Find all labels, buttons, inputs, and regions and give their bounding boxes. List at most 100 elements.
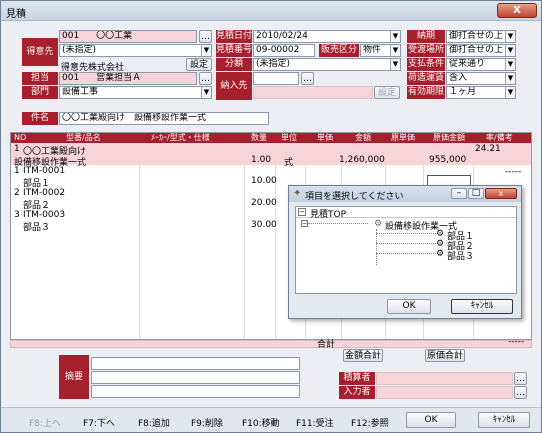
place-label: 受渡場所 [407,44,445,57]
chevron-down-icon: ▼ [201,87,211,98]
total-note: ----- [508,337,525,347]
ok-button[interactable]: OK [406,412,456,428]
dept-value: 設備工事 [62,87,99,97]
row-qty: 20.00 [251,198,277,208]
valid-select[interactable]: １ヶ月 ▼ [446,86,516,99]
amount-total-button[interactable]: 金額合計 [343,349,383,362]
customer-label: 得意先 [22,38,58,66]
customer-lookup-button[interactable]: … [199,30,212,43]
ship-select[interactable]: 含入 ▼ [446,72,516,85]
ship-value: 含入 [449,73,468,83]
dialog-title-bar: ✦ 項目を選択してください – □ x [289,186,521,202]
collapse-icon[interactable]: − [298,208,306,216]
memo-line-2[interactable] [91,371,300,384]
valid-value: １ヶ月 [449,87,477,97]
f8-add-key[interactable]: F8:追加 [138,416,170,429]
pay-value: 従来通り [449,59,486,69]
row-no: 3 [14,210,20,220]
chevron-down-icon: ▼ [505,45,515,56]
estimate-no-field[interactable]: 09-00002 [253,44,315,57]
estimate-date-field[interactable]: 2010/02/24 ▼ [253,30,401,43]
col-item: 型番/品名 [66,133,101,142]
col-cost-amount: 原価金額 [433,133,465,142]
col-qty: 数量 [251,133,267,142]
dept-select[interactable]: 設備工事 ▼ [59,86,212,99]
dialog-ok-button[interactable]: OK [387,299,431,314]
subject-field[interactable]: 〇〇工業殿向け 設備移設作業一式 [59,112,269,125]
delivery-label: 納入先 [216,72,252,100]
due-select[interactable]: 御打合せの上 ▼ [446,30,516,43]
staff-code: 001 [62,73,80,83]
staff-field[interactable]: 001 営業担当Ａ [59,72,197,85]
minimize-icon[interactable]: – [451,188,467,199]
f12-ref-key[interactable]: F12:参照 [351,416,389,429]
row-no: 1 [14,166,20,176]
close-button[interactable]: X [497,3,537,18]
select-item-dialog: ✦ 項目を選択してください – □ x − 見積TOP − ⚙ 設備移設作業一式… [288,185,522,319]
dialog-close-button[interactable]: x [485,188,517,199]
estimator-lookup-button[interactable]: … [514,372,527,385]
collapse-icon[interactable]: − [301,220,308,227]
class-select[interactable]: (未指定) ▼ [253,58,401,71]
due-label: 納期 [407,30,445,43]
entry-lookup-button[interactable]: … [514,386,527,399]
estimator-label: 積算者 [339,372,375,385]
pay-label: 支払条件 [407,58,445,71]
maximize-icon[interactable]: □ [468,188,484,199]
delivery-lookup-button[interactable]: … [301,72,314,85]
place-select[interactable]: 御打合せの上 ▼ [446,44,516,57]
chevron-down-icon: ▼ [201,45,211,56]
tree-child-label: 部品３ [447,252,475,262]
sales-type-label: 販売区分 [319,44,359,57]
sales-type-select[interactable]: 物件 ▼ [360,44,401,57]
memo-line-3[interactable] [91,385,300,398]
customer-code-field[interactable]: 001 〇〇工業 [59,30,197,43]
estimate-window: 見積 X 得意先 001 〇〇工業 … (未指定) ▼ 得意先株式会社 設定 担当… [0,0,542,433]
title-bar: 見積 X [1,1,541,21]
sales-type-value: 物件 [363,45,382,55]
f7-down-key[interactable]: F7:下へ [83,416,115,429]
staff-lookup-button[interactable]: … [199,72,212,85]
col-maker: ﾒｰｶｰ/型式・仕様 [151,133,210,142]
delivery-settings-button[interactable]: 設定 [374,86,400,99]
f9-delete-key[interactable]: F9:削除 [191,416,223,429]
f10-move-key[interactable]: F10:移動 [242,416,280,429]
dept-label: 部門 [22,86,58,99]
f8-up-key[interactable]: F8:上へ [29,416,61,429]
estimator-field[interactable] [376,372,513,385]
customer-sub-select[interactable]: (未指定) ▼ [59,44,212,57]
entry-field[interactable] [376,386,513,399]
window-title: 見積 [6,9,26,20]
estimate-date-value: 2010/02/24 [256,31,308,41]
entry-label: 入力者 [339,386,375,399]
valid-label: 有効期限 [407,86,445,99]
col-cost-price: 原単価 [391,133,415,142]
tree-root-row[interactable]: − 見積TOP [296,207,516,220]
dialog-cancel-button[interactable]: ｷｬﾝｾﾙ [451,299,513,314]
item-tree: − 見積TOP − ⚙ 設備移設作業一式 ⚙ 部品１ ⚙ 部品２ ⚙ 部品３ [295,206,517,294]
tree-line [308,223,368,224]
total-row: 合計 ----- [10,337,532,350]
dialog-icon: ✦ [293,188,302,199]
row-amount: 1,260,000 [339,155,385,165]
f11-order-key[interactable]: F11:受注 [296,416,334,429]
row-no: 2 [14,188,20,198]
customer-code: 001 [62,31,80,41]
cancel-button[interactable]: ｷｬﾝｾﾙ [478,412,530,428]
function-key-bar: F8:上へ F7:下へ F8:追加 F9:削除 F10:移動 F11:受注 F1… [1,407,541,432]
gear-icon: ⚙ [374,219,383,229]
gear-icon: ⚙ [436,229,445,239]
table-row[interactable]: 1 〇〇工業殿向け 設備移設作業一式 1.00 式 1,260,000 955,… [11,143,531,168]
grid-header: NO 型番/品名 ﾒｰｶｰ/型式・仕様 数量 単位 単価 金額 原単価 原価金額… [11,133,531,143]
memo-line-1[interactable] [91,357,300,370]
cost-total-button[interactable]: 原価合計 [425,349,465,362]
tree-line [376,253,436,254]
delivery-code-field[interactable] [253,72,299,85]
row-qty: 30.00 [251,220,277,230]
class-label: 分類 [216,58,252,71]
customer-settings-button[interactable]: 設定 [186,58,212,71]
dialog-title: 項目を選択してください [305,192,404,202]
tree-line [376,233,436,234]
pay-select[interactable]: 従来通り ▼ [446,58,516,71]
chevron-down-icon: ▼ [505,31,515,42]
